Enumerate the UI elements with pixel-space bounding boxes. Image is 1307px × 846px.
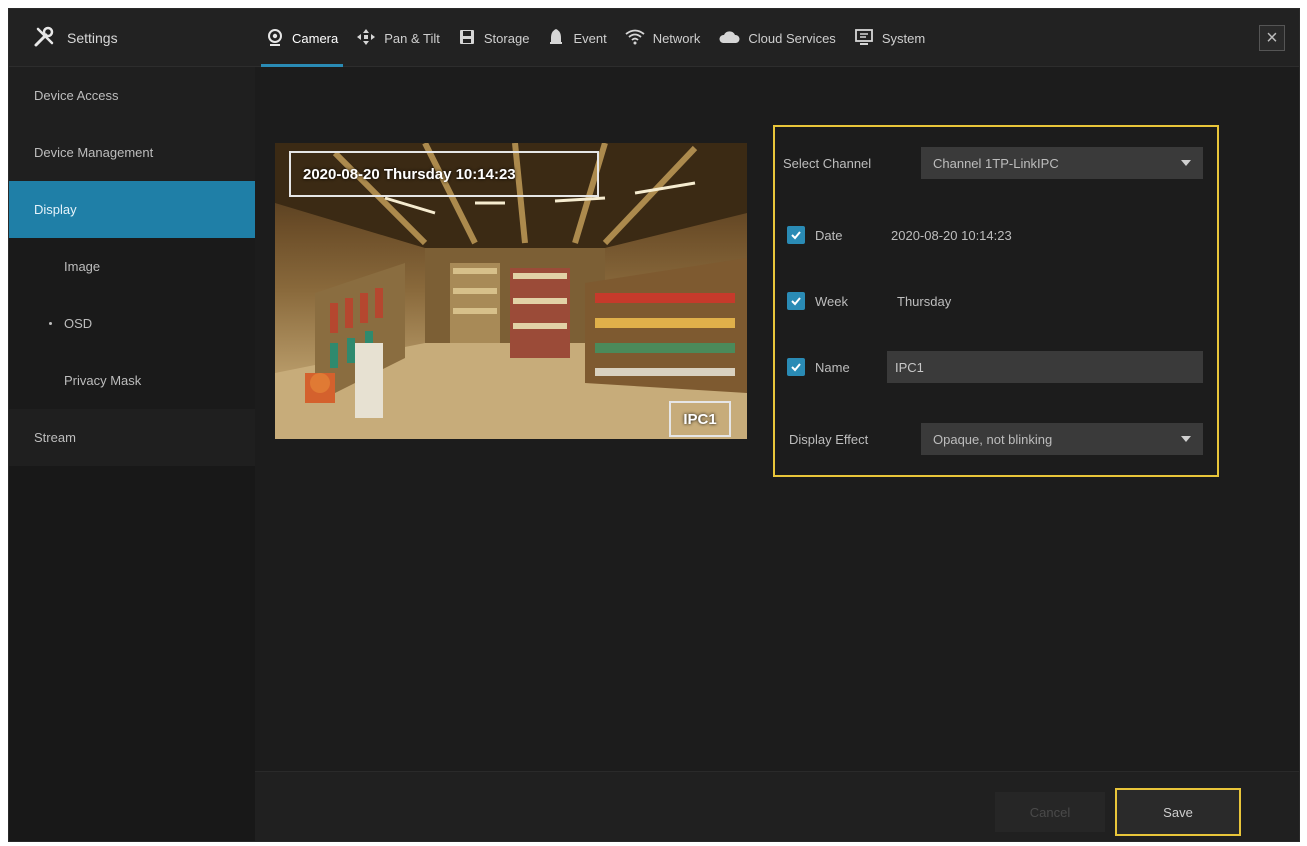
name-input[interactable] xyxy=(887,351,1203,383)
tab-camera[interactable]: Camera xyxy=(257,9,347,67)
sidebar-item-label: Image xyxy=(64,259,101,274)
save-label: Save xyxy=(1163,804,1193,820)
camera-preview[interactable]: 2020-08-20 Thursday 10:14:23 IPC1 xyxy=(275,143,747,439)
name-row: Name xyxy=(775,347,1217,387)
tab-label: Event xyxy=(573,30,607,46)
sidebar-subitem-privacy-mask[interactable]: Privacy Mask xyxy=(9,352,255,409)
sidebar-item-device-access[interactable]: Device Access xyxy=(9,67,255,124)
date-row: Date 2020-08-20 10:14:23 xyxy=(775,215,1217,255)
cloud-icon xyxy=(718,29,740,48)
osd-date-text: 2020-08-20 Thursday 10:14:23 xyxy=(303,165,516,183)
check-icon xyxy=(791,297,801,306)
sidebar-item-label: Stream xyxy=(34,430,76,445)
select-channel-dropdown[interactable]: Channel 1TP-LinkIPC xyxy=(921,147,1203,179)
select-channel-row: Select Channel Channel 1TP-LinkIPC xyxy=(775,143,1217,183)
check-icon xyxy=(791,231,801,240)
osd-settings-panel: Select Channel Channel 1TP-LinkIPC Date … xyxy=(773,125,1219,477)
sidebar-item-label: Device Management xyxy=(34,145,154,160)
top-bar: Settings Camera Pan & Tilt Storage Event… xyxy=(9,9,1299,67)
settings-title: Settings xyxy=(67,30,118,46)
selected-indicator xyxy=(49,322,52,325)
tab-pan-tilt[interactable]: Pan & Tilt xyxy=(347,9,449,67)
chevron-down-icon xyxy=(1181,160,1191,166)
display-effect-value: Opaque, not blinking xyxy=(933,431,1053,447)
sidebar-item-display[interactable]: Display xyxy=(9,181,255,238)
date-label: Date xyxy=(815,227,843,243)
tab-label: Network xyxy=(652,30,701,46)
name-checkbox[interactable] xyxy=(787,358,805,376)
select-channel-value: Channel 1TP-LinkIPC xyxy=(933,155,1059,171)
osd-name-overlay[interactable]: IPC1 xyxy=(669,401,731,437)
sidebar-subitem-image[interactable]: Image xyxy=(9,238,255,295)
cancel-button[interactable]: Cancel xyxy=(995,792,1105,832)
name-label: Name xyxy=(815,359,850,375)
week-checkbox[interactable] xyxy=(787,292,805,310)
sidebar-item-label: Display xyxy=(34,202,77,217)
tab-label: Pan & Tilt xyxy=(384,30,440,46)
tab-network[interactable]: Network xyxy=(616,9,710,67)
close-button[interactable]: × xyxy=(1259,25,1285,51)
date-value: 2020-08-20 10:14:23 xyxy=(891,227,1012,243)
tab-label: Storage xyxy=(483,30,530,46)
check-icon xyxy=(791,363,801,372)
display-effect-dropdown[interactable]: Opaque, not blinking xyxy=(921,423,1203,455)
settings-header: Settings xyxy=(9,9,255,67)
tab-event[interactable]: Event xyxy=(538,9,615,67)
main-tabs: Camera Pan & Tilt Storage Event Network … xyxy=(257,9,934,67)
network-icon xyxy=(625,29,645,48)
sidebar-item-label: Privacy Mask xyxy=(64,373,142,388)
display-effect-row: Display Effect Opaque, not blinking xyxy=(775,419,1217,459)
osd-name-text: IPC1 xyxy=(683,410,717,428)
select-channel-label: Select Channel xyxy=(783,155,872,171)
event-icon xyxy=(547,28,565,49)
tab-cloud-services[interactable]: Cloud Services xyxy=(709,9,844,67)
week-label: Week xyxy=(815,293,848,309)
display-effect-label: Display Effect xyxy=(789,431,869,447)
sidebar-item-device-management[interactable]: Device Management xyxy=(9,124,255,181)
tab-storage[interactable]: Storage xyxy=(449,9,539,67)
osd-date-overlay[interactable]: 2020-08-20 Thursday 10:14:23 xyxy=(289,151,599,197)
camera-icon xyxy=(266,28,284,49)
sidebar-item-label: OSD xyxy=(64,316,93,331)
cancel-label: Cancel xyxy=(1029,804,1071,820)
date-checkbox[interactable] xyxy=(787,226,805,244)
tab-label: System xyxy=(881,30,926,46)
settings-window: Settings Camera Pan & Tilt Storage Event… xyxy=(8,8,1300,842)
storage-icon xyxy=(458,28,476,49)
week-value: Thursday xyxy=(897,293,952,309)
system-icon xyxy=(854,28,874,49)
sidebar-item-stream[interactable]: Stream xyxy=(9,409,255,466)
main-content: 2020-08-20 Thursday 10:14:23 IPC1 Select… xyxy=(255,67,1299,841)
tools-icon xyxy=(33,26,55,51)
pan-tilt-icon xyxy=(356,28,376,49)
week-row: Week Thursday xyxy=(775,281,1217,321)
close-icon: × xyxy=(1266,26,1278,49)
save-button[interactable]: Save xyxy=(1115,788,1241,836)
tab-system[interactable]: System xyxy=(845,9,934,67)
sidebar-item-label: Device Access xyxy=(34,88,119,103)
tab-label: Cloud Services xyxy=(748,30,836,46)
sidebar: Device Access Device Management Display … xyxy=(9,67,255,841)
sidebar-subitem-osd[interactable]: OSD xyxy=(9,295,255,352)
chevron-down-icon xyxy=(1181,436,1191,442)
footer-bar: Cancel Save xyxy=(255,771,1299,841)
tab-label: Camera xyxy=(292,30,339,46)
